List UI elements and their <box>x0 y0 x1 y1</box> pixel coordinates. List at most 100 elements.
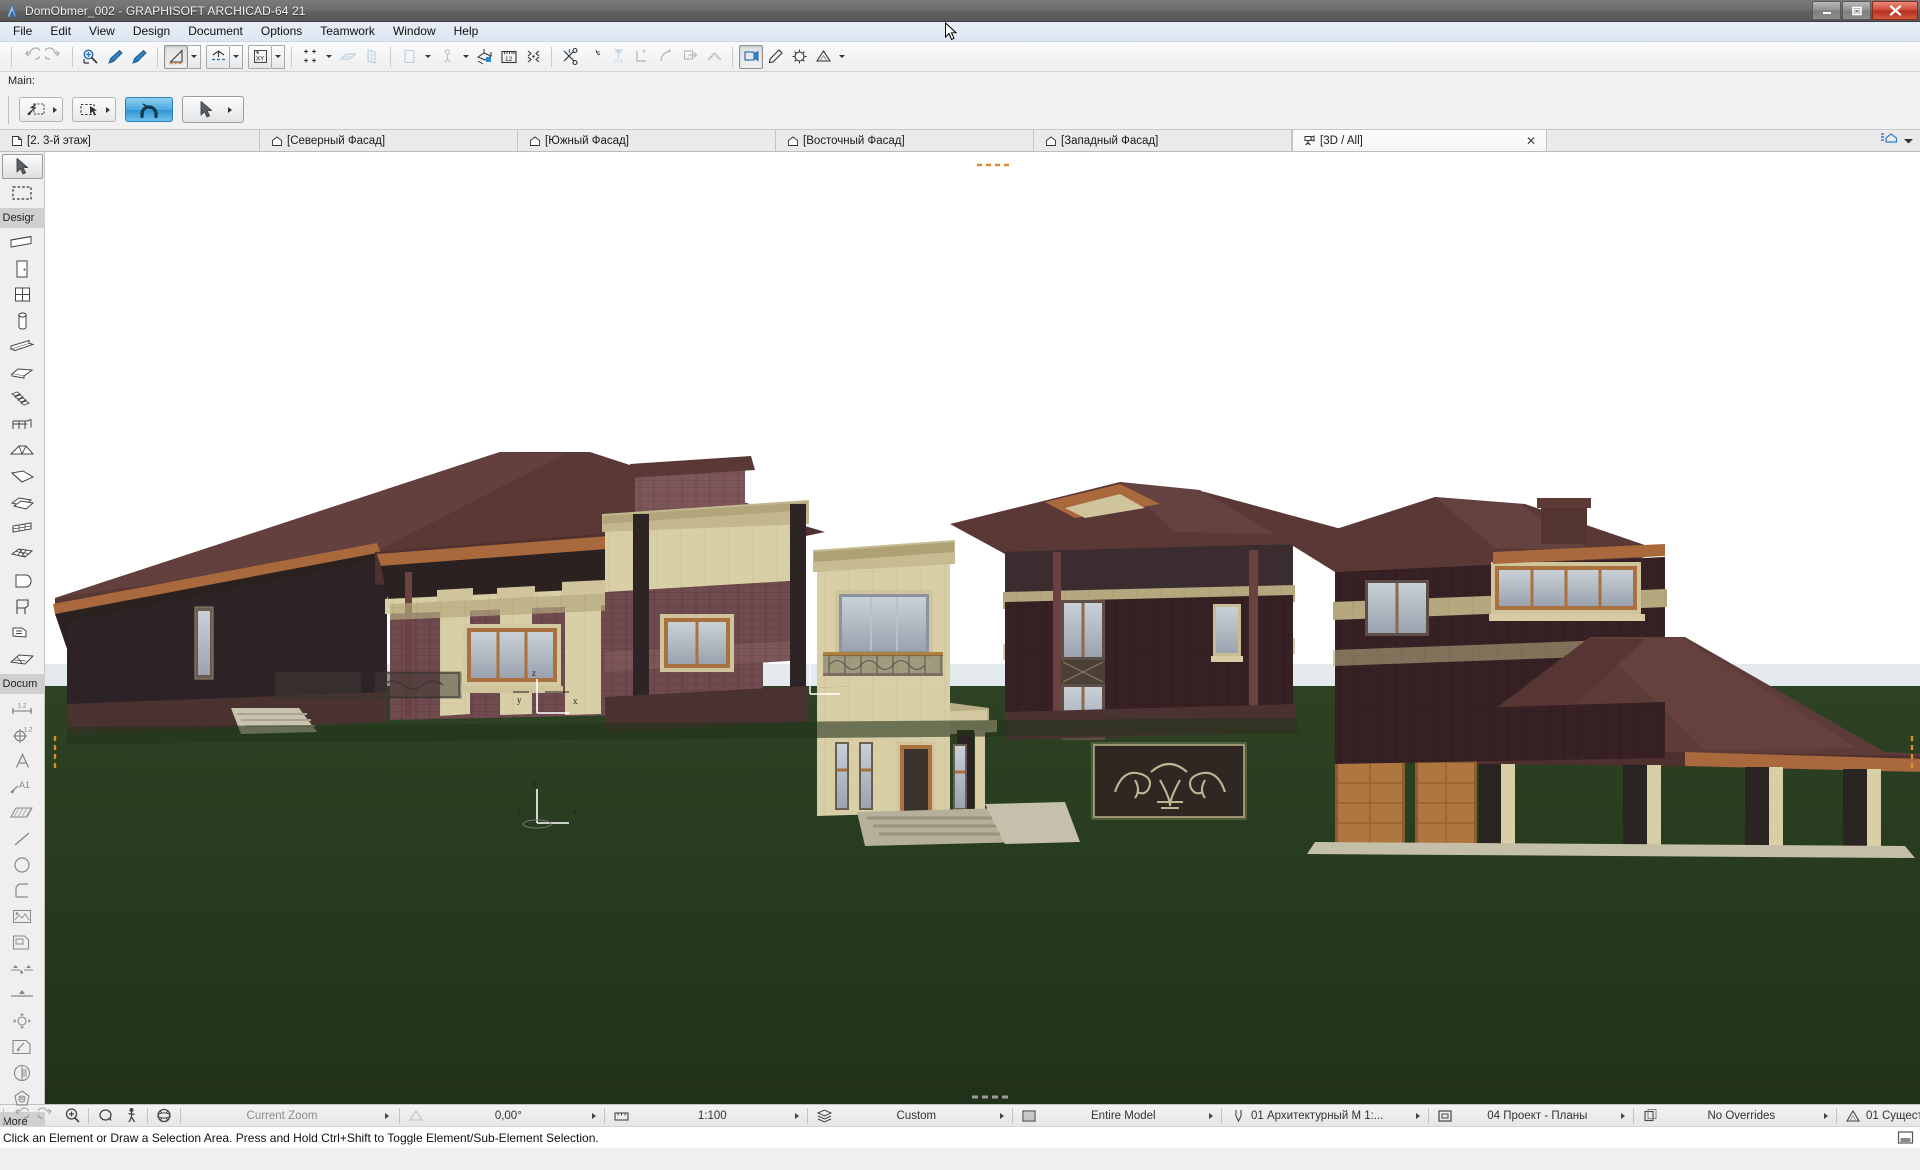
magic-wand-guide-icon[interactable] <box>164 44 188 69</box>
tool-mesh[interactable] <box>2 542 43 567</box>
chevron-down-icon[interactable] <box>1903 132 1914 150</box>
tool-beam[interactable] <box>2 334 43 359</box>
zoom-magnifier-icon[interactable] <box>59 1106 85 1126</box>
fillet-icon[interactable] <box>654 45 678 69</box>
palette-icon[interactable] <box>1897 1130 1914 1150</box>
minimize-button[interactable] <box>1812 1 1841 20</box>
menu-view[interactable]: View <box>80 22 124 41</box>
tool-worksheet[interactable] <box>2 1034 43 1059</box>
grid-snap-icon[interactable] <box>336 45 360 69</box>
tool-polyline[interactable] <box>2 878 43 903</box>
tool-curtain-wall[interactable] <box>2 516 43 541</box>
explore-walk-icon[interactable] <box>118 1106 144 1126</box>
pen-edit-icon[interactable] <box>763 45 787 69</box>
structure-display-field[interactable]: Entire Model <box>1016 1106 1218 1126</box>
tool-roof[interactable] <box>2 438 43 463</box>
snap-guide-icon[interactable] <box>206 44 230 69</box>
menu-options[interactable]: Options <box>252 22 311 41</box>
orbit-icon[interactable] <box>151 1106 177 1126</box>
previous-zoom-icon[interactable] <box>7 1106 33 1126</box>
tool-marquee[interactable] <box>2 180 43 205</box>
orientation-arrow[interactable] <box>588 1112 601 1119</box>
tracker-dropdown-arrow[interactable] <box>49 106 60 113</box>
graphic-override-arrow[interactable] <box>1820 1112 1833 1119</box>
magic-wand-icon[interactable] <box>582 45 606 69</box>
close-button[interactable] <box>1872 1 1918 20</box>
layer-settings-icon[interactable] <box>787 45 811 69</box>
tool-railing[interactable] <box>2 412 43 437</box>
tool-interior-elevation[interactable] <box>2 1008 43 1033</box>
person-scale-icon[interactable] <box>435 45 459 69</box>
tool-detail[interactable] <box>2 1060 43 1085</box>
orientation-field[interactable]: 0,00° <box>403 1106 601 1126</box>
story-icon[interactable] <box>397 45 421 69</box>
menu-edit[interactable]: Edit <box>41 22 80 41</box>
inject-parameters-icon[interactable] <box>103 45 127 69</box>
tool-fill[interactable] <box>2 800 43 825</box>
next-zoom-icon[interactable] <box>33 1106 59 1126</box>
model-view-options-arrow[interactable] <box>1617 1112 1630 1119</box>
layer-combination-field[interactable]: Custom <box>811 1106 1009 1126</box>
tool-slab[interactable] <box>2 360 43 385</box>
tool-door[interactable] <box>2 256 43 281</box>
magnet-snap-toggle-button[interactable] <box>125 97 173 122</box>
menu-file[interactable]: File <box>4 22 41 41</box>
menu-document[interactable]: Document <box>179 22 252 41</box>
tool-line[interactable] <box>2 826 43 851</box>
renovation-filter-dropdown[interactable] <box>835 45 849 69</box>
redo-icon[interactable] <box>42 45 66 69</box>
organizer-icon[interactable] <box>1880 131 1900 150</box>
pen-set-field[interactable]: 01 Архитектурный M 1:... <box>1225 1106 1425 1126</box>
elevate-icon[interactable] <box>606 45 630 69</box>
drag-copy-icon[interactable] <box>678 45 702 69</box>
snap-points-dropdown[interactable] <box>322 45 336 69</box>
3d-model-viewport[interactable]: z y x z y x <box>45 152 1920 1104</box>
split-scissors-icon[interactable] <box>558 45 582 69</box>
scale-arrow[interactable] <box>791 1112 804 1119</box>
coordinate-xy-icon[interactable]: XY <box>248 44 272 69</box>
3d-cutaway-icon[interactable] <box>473 45 497 69</box>
menu-window[interactable]: Window <box>384 22 445 41</box>
tab-west-elevation[interactable]: [Западный Фасад] <box>1034 130 1292 151</box>
person-scale-dropdown[interactable] <box>459 45 473 69</box>
maximize-restore-button[interactable] <box>1842 1 1871 20</box>
tab-east-elevation[interactable]: [Восточный Фасад] <box>776 130 1034 151</box>
renovation-filter-field[interactable]: 01 Существующее сост... <box>1840 1106 1920 1126</box>
tab-north-elevation[interactable]: [Северный Фасад] <box>260 130 518 151</box>
renovation-filter-icon[interactable] <box>811 45 835 69</box>
tool-radial-dimension[interactable]: 1.2 <box>2 722 43 747</box>
tracker-toggle-button[interactable] <box>19 97 63 122</box>
pan-hand-icon[interactable] <box>92 1106 118 1126</box>
offset-icon[interactable] <box>630 45 654 69</box>
undo-icon[interactable] <box>18 45 42 69</box>
model-view-options-field[interactable]: 04 Проект - Планы <box>1432 1106 1630 1126</box>
tool-shell[interactable] <box>2 464 43 489</box>
tool-zone[interactable] <box>2 568 43 593</box>
measure-ruler-icon[interactable]: 12 <box>497 45 521 69</box>
current-zoom-field[interactable]: Current Zoom <box>184 1106 396 1126</box>
tool-lamp[interactable] <box>2 620 43 645</box>
pen-set-arrow[interactable] <box>1412 1112 1425 1119</box>
tool-window[interactable] <box>2 282 43 307</box>
snap-points-icon[interactable] <box>298 45 322 69</box>
structure-display-arrow[interactable] <box>1205 1112 1218 1119</box>
arrow-tool-dropdown-arrow[interactable] <box>221 106 239 113</box>
tab-floor-plan[interactable]: [2. 3-й этаж] <box>0 130 260 151</box>
tool-column[interactable] <box>2 308 43 333</box>
3d-view-icon[interactable] <box>739 44 763 69</box>
current-zoom-arrow[interactable] <box>380 1112 394 1119</box>
tool-arrow[interactable] <box>1 154 43 179</box>
marquee-stretch-icon[interactable] <box>521 45 545 69</box>
tool-section[interactable] <box>2 956 43 981</box>
tool-stair[interactable] <box>2 386 43 411</box>
pick-up-parameters-icon[interactable] <box>79 45 103 69</box>
marquee-dropdown-arrow[interactable] <box>102 106 113 113</box>
snap-guide-dropdown[interactable] <box>230 44 243 69</box>
menu-design[interactable]: Design <box>124 22 179 41</box>
close-icon[interactable]: ✕ <box>1518 134 1536 148</box>
tool-skylight[interactable] <box>2 646 43 671</box>
tool-text[interactable] <box>2 748 43 773</box>
layer-combination-arrow[interactable] <box>996 1112 1009 1119</box>
tool-label[interactable]: A1 <box>2 774 43 799</box>
menu-teamwork[interactable]: Teamwork <box>311 22 384 41</box>
